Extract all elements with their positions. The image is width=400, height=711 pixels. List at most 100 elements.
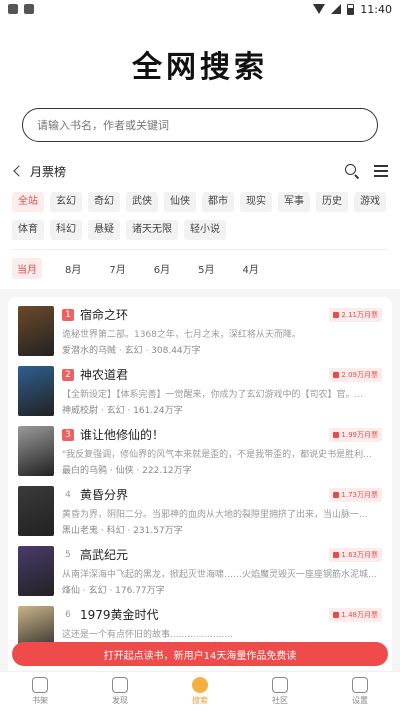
book-title[interactable]: 宿命之环	[80, 306, 128, 323]
category-chip[interactable]: 全站	[12, 192, 44, 212]
ranking-list-container: 1 宿命之环 2.11万月票诡秘世界第二部。1368之年，七月之末，深红将从天而降。…	[0, 289, 400, 689]
promo-banner[interactable]: 打开起点读书，新用户14天海量作品免费读	[12, 642, 388, 666]
ticket-icon	[333, 371, 340, 378]
signal-icon	[331, 4, 342, 14]
book-title[interactable]: 谁让他修仙的！	[80, 426, 164, 443]
book-cover[interactable]	[18, 366, 54, 416]
search-box[interactable]	[22, 108, 378, 142]
rank-number: 2	[62, 368, 74, 381]
book-item[interactable]: 3 谁让他修仙的！ 1.99万月票 "我反复强调，修仙界的风气本来就是歪的，不是我带歪…	[18, 421, 382, 481]
status-bar: 11:40	[0, 0, 400, 18]
tab-bookshelf[interactable]: 书架	[10, 677, 70, 706]
category-chip[interactable]: 都市	[202, 192, 234, 212]
bottom-tab-bar: 书架 发现 搜索 社区 设置	[0, 671, 400, 711]
book-title[interactable]: 神农道君	[80, 366, 128, 383]
tab-label: 社区	[272, 696, 288, 705]
ticket-icon	[333, 611, 340, 618]
back-icon[interactable]	[12, 164, 24, 178]
ticket-badge: 1.99万月票	[329, 427, 382, 442]
category-chip[interactable]: 悬疑	[88, 220, 120, 240]
category-chip[interactable]: 玄幻	[50, 192, 82, 212]
tab-discover[interactable]: 发现	[90, 677, 150, 706]
book-item[interactable]: 2 神农道君 2.09万月票 【全新设定】【体系完善】一觉醒来，你成为了玄幻游戏中的【…	[18, 361, 382, 421]
wifi-icon	[313, 4, 326, 14]
image-notification-icon	[24, 4, 34, 14]
book-description: 【全新设定】【体系完善】一觉醒来，你成为了玄幻游戏中的【司农】官。...	[62, 389, 364, 400]
tab-label: 设置	[352, 696, 368, 705]
search-icon[interactable]	[345, 163, 360, 179]
category-chip[interactable]: 军事	[278, 192, 310, 212]
rank-number: 4	[65, 489, 71, 500]
category-chip[interactable]: 科幻	[50, 220, 82, 240]
month-tab[interactable]: 当月	[12, 258, 42, 279]
book-title-row: 2 神农道君 2.09万月票	[62, 366, 382, 383]
book-title[interactable]: 黄昏分界	[80, 486, 128, 503]
tab-label: 发现	[112, 696, 128, 705]
title-wrap: 6 1979黄金时代	[62, 606, 159, 623]
title-wrap: 3 谁让他修仙的！	[62, 426, 164, 443]
book-cover[interactable]	[18, 426, 54, 476]
discover-icon	[112, 677, 128, 693]
ticket-badge: 1.73万月票	[329, 487, 382, 502]
book-item[interactable]: 5 高武纪元 1.63万月票从南洋深海中飞起的黑龙，掀起灭世海啸……火焰魔灵毁灭一座…	[18, 541, 382, 601]
category-chip[interactable]: 历史	[316, 192, 348, 212]
category-chips: 全站 玄幻 奇幻 武侠 仙侠 都市 现实 军事 历史 游戏体育 科幻 悬疑 诸天无限 轻小说	[0, 184, 400, 240]
ticket-icon	[333, 311, 340, 318]
book-title-row: 3 谁让他修仙的！ 1.99万月票	[62, 426, 382, 443]
ticket-count: 1.99万月票	[341, 430, 378, 439]
settings-icon	[352, 677, 368, 693]
month-tab[interactable]: 8月	[60, 258, 86, 279]
ticket-badge: 2.11万月票	[329, 307, 382, 322]
rank-header: 月票榜	[0, 158, 400, 184]
category-chip[interactable]: 体育	[12, 220, 44, 240]
book-meta: 爱潜水的乌贼 · 玄幻 · 308.44万字	[62, 346, 201, 356]
category-chip[interactable]: 仙侠	[164, 192, 196, 212]
month-tab[interactable]: 4月	[238, 258, 264, 279]
book-description: 诡秘世界第二部。1368之年，七月之末，深红将从天而降。	[62, 329, 301, 340]
category-chip[interactable]: 诸天无限	[126, 220, 178, 240]
book-item[interactable]: 4 黄昏分界 1.73万月票黄昏为界，阴阳二分。当邪神的血肉从大地的裂隙里拥挤了出来…	[18, 481, 382, 541]
book-cover[interactable]	[18, 546, 54, 596]
book-item[interactable]: 1 宿命之环 2.11万月票诡秘世界第二部。1368之年，七月之末，深红将从天而降。…	[18, 301, 382, 361]
bookshelf-icon	[32, 677, 48, 693]
book-info: 3 谁让他修仙的！ 1.99万月票 "我反复强调，修仙界的风气本来就是歪的，不是我带歪…	[62, 426, 382, 476]
book-description: 黄昏为界，阴阳二分。当邪神的血肉从大地的裂隙里拥挤了出来，当山脉一...	[62, 509, 368, 520]
tab-search-tab[interactable]: 搜索	[170, 677, 230, 706]
menu-icon[interactable]	[374, 165, 388, 177]
month-tab[interactable]: 7月	[104, 258, 130, 279]
book-meta: 最白的乌鸦 · 仙侠 · 222.12万字	[62, 466, 192, 476]
book-description: 从南洋深海中飞起的黑龙，掀起灭世海啸……火焰魔灵毁灭一座座钢筋水泥城...	[62, 569, 377, 580]
book-title[interactable]: 高武纪元	[80, 546, 128, 563]
search-input[interactable]	[37, 118, 363, 132]
book-title-row: 4 黄昏分界 1.73万月票	[62, 486, 382, 503]
community-icon	[272, 677, 288, 693]
month-tab[interactable]: 5月	[193, 258, 219, 279]
category-chip[interactable]: 武侠	[126, 192, 158, 212]
category-chip[interactable]: 现实	[240, 192, 272, 212]
book-meta: 神威校尉 · 玄幻 · 161.24万字	[62, 406, 183, 416]
tab-settings[interactable]: 设置	[330, 677, 390, 706]
book-cover[interactable]	[18, 486, 54, 536]
ticket-count: 1.48万月票	[341, 610, 378, 619]
notification-icon	[8, 4, 18, 14]
rank-number: 5	[65, 549, 71, 560]
page-title: 全网搜索	[132, 50, 268, 85]
ticket-count: 1.63万月票	[341, 550, 378, 559]
book-title-row: 5 高武纪元 1.63万月票	[62, 546, 382, 563]
tab-community[interactable]: 社区	[250, 677, 310, 706]
category-chip[interactable]: 奇幻	[88, 192, 120, 212]
ticket-badge: 1.48万月票	[329, 607, 382, 622]
book-title[interactable]: 1979黄金时代	[80, 606, 159, 623]
tab-label: 书架	[32, 696, 48, 705]
title-wrap: 1 宿命之环	[62, 306, 128, 323]
book-title-row: 6 1979黄金时代 1.48万月票	[62, 606, 382, 623]
month-tab[interactable]: 6月	[149, 258, 175, 279]
rank-number: 3	[62, 428, 74, 441]
title-wrap: 4 黄昏分界	[62, 486, 128, 503]
book-meta: 黑山老鬼 · 科幻 · 231.57万字	[62, 526, 183, 536]
category-chip[interactable]: 轻小说	[184, 220, 226, 240]
book-meta: 烽仙 · 玄幻 · 176.77万字	[62, 586, 165, 596]
category-chip[interactable]: 游戏	[354, 192, 386, 212]
book-cover[interactable]	[18, 306, 54, 356]
tab-label: 搜索	[192, 696, 208, 705]
